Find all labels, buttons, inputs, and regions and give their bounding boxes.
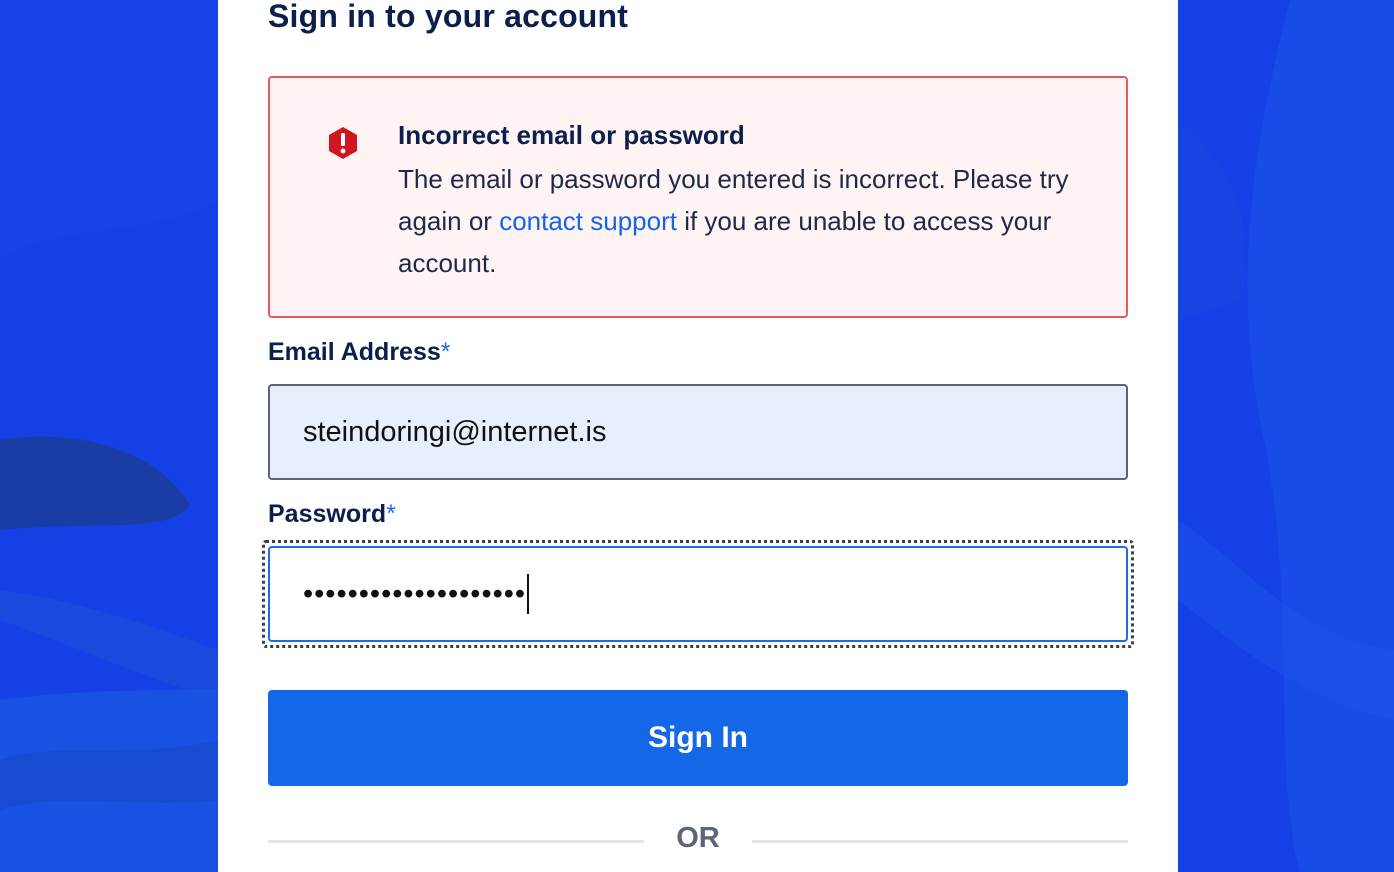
required-marker: * bbox=[440, 338, 451, 366]
email-label: Email Address* bbox=[268, 338, 451, 367]
password-label-text: Password bbox=[268, 500, 387, 528]
email-field[interactable]: steindoringi@internet.is bbox=[268, 384, 1128, 480]
required-marker: * bbox=[386, 500, 396, 528]
or-divider-text: OR bbox=[676, 822, 720, 854]
page-title: Sign in to your account bbox=[268, 0, 629, 34]
error-alert: Incorrect email or password The email or… bbox=[268, 76, 1128, 318]
sign-in-button[interactable]: Sign In bbox=[268, 690, 1128, 786]
alert-message: The email or password you entered is inc… bbox=[398, 158, 1088, 284]
divider-line-right bbox=[752, 840, 1128, 843]
text-cursor bbox=[527, 574, 530, 614]
alert-title: Incorrect email or password bbox=[398, 120, 745, 150]
password-label: Password* bbox=[268, 500, 396, 529]
sign-in-card: Sign in to your account Incorrect email … bbox=[218, 0, 1178, 872]
email-value: steindoringi@internet.is bbox=[303, 415, 607, 448]
password-masked-value: •••••••••••••••••••• bbox=[303, 577, 527, 610]
email-label-text: Email Address bbox=[268, 338, 441, 366]
error-hexagon-icon bbox=[329, 127, 357, 159]
password-field[interactable]: •••••••••••••••••••• bbox=[268, 546, 1128, 642]
divider-line-left bbox=[268, 840, 644, 843]
contact-support-link[interactable]: contact support bbox=[499, 206, 677, 236]
